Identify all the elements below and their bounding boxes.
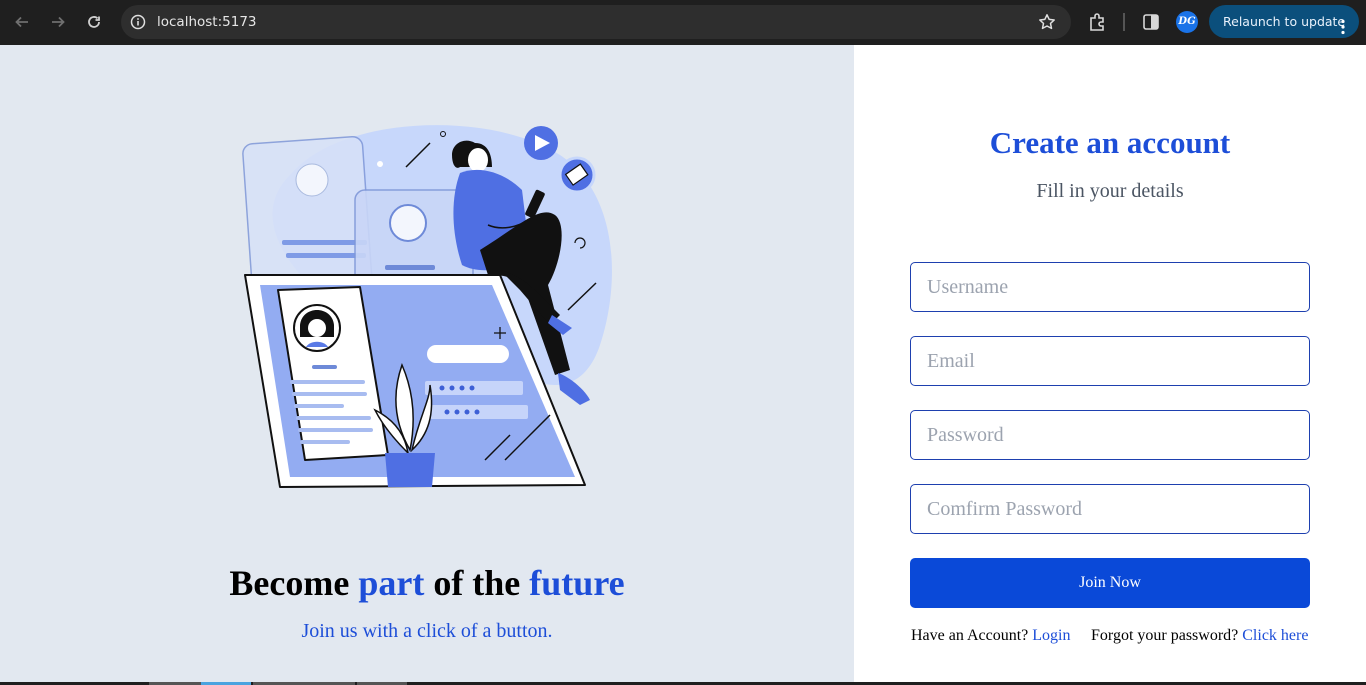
more-vert-icon[interactable] <box>1340 14 1346 47</box>
url-text[interactable]: localhost:5173 <box>157 5 257 39</box>
username-input[interactable] <box>910 262 1310 312</box>
have-account-text: Have an Account? <box>911 627 1029 644</box>
extensions-icon[interactable] <box>1088 12 1108 37</box>
reload-icon[interactable] <box>81 9 107 35</box>
forgot-text: Forgot your password? <box>1091 627 1239 644</box>
address-bar[interactable]: localhost:5173 <box>121 5 1071 39</box>
relaunch-button[interactable]: Relaunch to update <box>1209 5 1359 38</box>
browser-toolbar: localhost:5173 DG Relaunch to update <box>0 0 1366 45</box>
hero-headline: Become part of the future <box>0 562 854 604</box>
headline-part-2: part <box>358 563 425 603</box>
form-subtitle: Fill in your details <box>1036 180 1184 202</box>
email-input[interactable] <box>910 336 1310 386</box>
back-arrow-icon[interactable] <box>9 9 35 35</box>
headline-part-1: Become <box>229 563 359 603</box>
join-now-button[interactable]: Join Now <box>910 558 1310 608</box>
forgot-password-prompt: Forgot your password? Click here <box>1091 627 1308 645</box>
headline-part-3: of the <box>424 563 530 603</box>
login-prompt: Have an Account? Login <box>911 627 1071 645</box>
login-link[interactable]: Login <box>1032 627 1070 644</box>
click-here-link[interactable]: Click here <box>1242 627 1308 644</box>
hero-panel: Become part of the future Join us with a… <box>0 45 854 685</box>
hero-tagline: Join us with a click of a button. <box>301 620 553 642</box>
profile-initials: DG <box>1178 16 1196 27</box>
toolbar-divider <box>1123 13 1125 31</box>
side-panel-icon[interactable] <box>1142 13 1160 36</box>
signup-illustration <box>242 125 612 488</box>
profile-avatar[interactable]: DG <box>1176 11 1198 33</box>
forward-arrow-icon[interactable] <box>45 9 71 35</box>
headline-part-4: future <box>529 563 625 603</box>
star-icon[interactable] <box>1038 13 1056 36</box>
password-input[interactable] <box>910 410 1310 460</box>
relaunch-label: Relaunch to update <box>1223 14 1346 29</box>
confirm-password-input[interactable] <box>910 484 1310 534</box>
signup-panel: Create an account Fill in your details J… <box>854 45 1366 685</box>
site-info-icon[interactable] <box>130 14 146 35</box>
form-title: Create an account <box>989 125 1231 160</box>
